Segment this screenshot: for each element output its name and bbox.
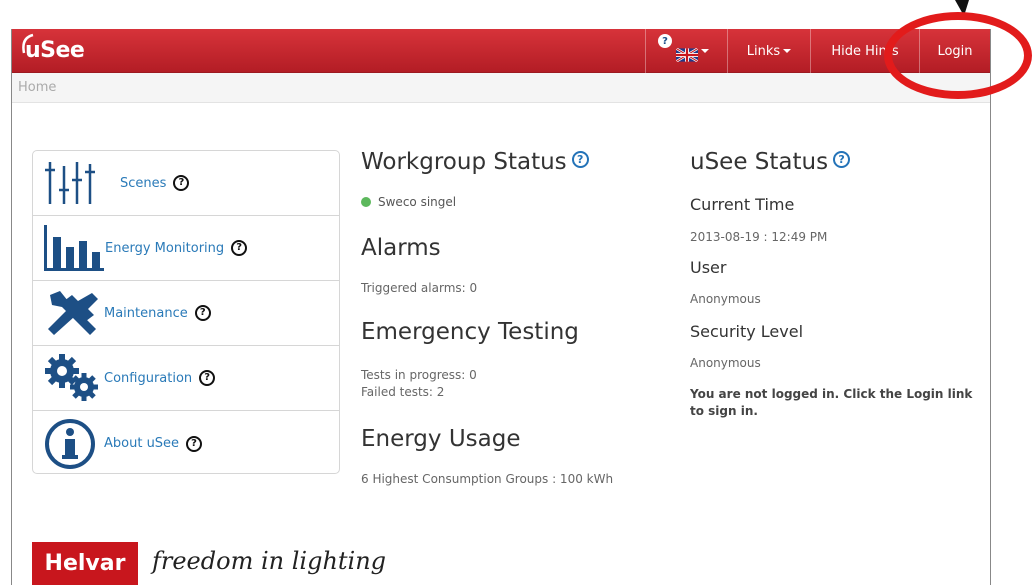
chevron-down-icon [783, 49, 792, 53]
emergency-testing-title: Emergency Testing [361, 319, 579, 345]
menu-label-configuration: Configuration ? [104, 370, 216, 386]
helvar-logo: Helvar [32, 542, 138, 585]
maintenance-tools-icon [48, 291, 98, 335]
workgroup-status-title: Workgroup Status? [361, 149, 589, 175]
breadcrumb: Home [12, 73, 990, 103]
help-icon[interactable]: ? [231, 240, 248, 256]
tests-in-progress: Tests in progress: 0 [361, 368, 477, 382]
help-icon[interactable]: ? [186, 435, 203, 452]
security-level-label: Security Level [690, 322, 804, 341]
user-label: User [690, 258, 727, 277]
menu-label-maintenance: Maintenance ? [104, 305, 211, 321]
menu-item-energy-monitoring[interactable]: Energy Monitoring ? [33, 216, 339, 281]
language-dropdown[interactable]: ? [645, 29, 727, 73]
help-icon[interactable]: ? [571, 151, 589, 168]
energy-bar-chart-icon [44, 225, 104, 271]
triggered-alarms: Triggered alarms: 0 [361, 281, 478, 295]
user-value: Anonymous [690, 292, 761, 306]
help-icon[interactable]: ? [199, 370, 216, 386]
main-menu: Scenes ? Energy Monitoring ? Maintenance… [32, 150, 340, 474]
links-dropdown[interactable]: Links [727, 29, 810, 73]
chevron-down-icon [701, 49, 709, 53]
annotation-highlight-circle [884, 12, 1032, 99]
brand-swoosh-icon [22, 33, 34, 54]
current-time-label: Current Time [690, 195, 795, 214]
breadcrumb-home[interactable]: Home [18, 80, 56, 95]
status-online-icon [361, 197, 371, 207]
workgroup-item[interactable]: Sweco singel [361, 195, 456, 209]
menu-item-configuration[interactable]: Configuration ? [33, 346, 339, 411]
help-icon[interactable]: ? [658, 34, 672, 48]
help-icon[interactable]: ? [833, 151, 851, 168]
menu-label-scenes: Scenes ? [120, 175, 190, 191]
alarms-title: Alarms [361, 235, 441, 261]
help-icon[interactable]: ? [194, 305, 211, 321]
menu-item-maintenance[interactable]: Maintenance ? [33, 281, 339, 346]
help-icon[interactable]: ? [173, 175, 190, 191]
about-info-icon [45, 418, 95, 469]
usee-status-title: uSee Status? [690, 149, 851, 175]
menu-label-about: About uSee ? [104, 435, 203, 452]
top-navbar: uSee ? Links Hide Hints Login [12, 29, 990, 73]
energy-usage-title: Energy Usage [361, 426, 521, 452]
security-level-value: Anonymous [690, 356, 761, 370]
status-column: Workgroup Status? [361, 149, 589, 175]
menu-item-about[interactable]: About uSee ? [33, 411, 339, 476]
login-notice: You are not logged in. Click the Login l… [690, 387, 973, 418]
scenes-sliders-icon [45, 162, 95, 204]
uk-flag-icon [676, 48, 698, 62]
menu-item-scenes[interactable]: Scenes ? [33, 151, 339, 216]
failed-tests: Failed tests: 2 [361, 385, 445, 399]
energy-consumption: 6 Highest Consumption Groups : 100 kWh [361, 472, 614, 486]
brand-logo[interactable]: uSee [22, 33, 85, 67]
configuration-gears-icon [45, 354, 98, 401]
menu-label-energy-monitoring: Energy Monitoring ? [105, 240, 248, 256]
current-time-value: 2013-08-19 : 12:49 PM [690, 230, 828, 244]
helvar-tagline: freedom in lighting [152, 547, 387, 575]
app-window: uSee ? Links Hide Hints Login Home Scene… [11, 29, 991, 585]
links-label: Links [746, 43, 781, 59]
